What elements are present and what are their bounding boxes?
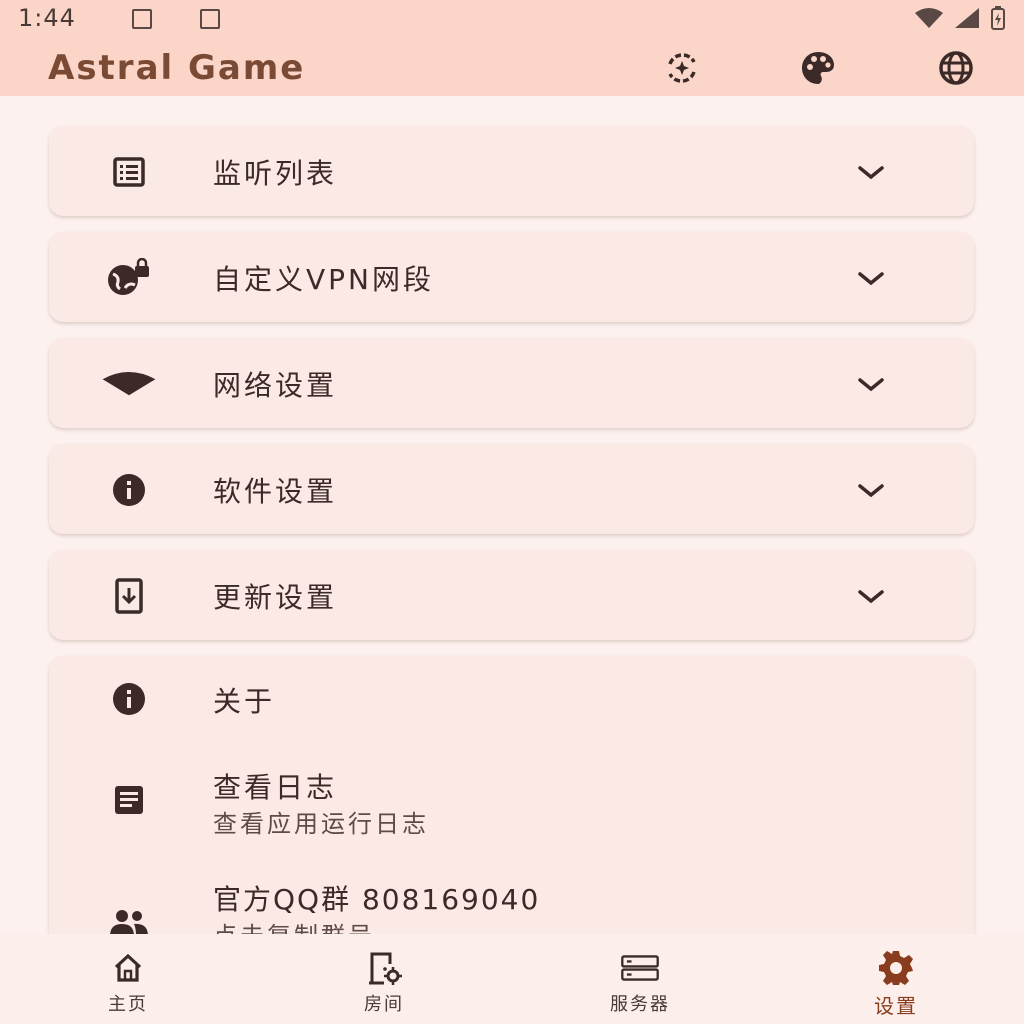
listen-list-card: 监听列表: [49, 126, 974, 216]
status-icons: [914, 6, 1006, 30]
globe-icon: [939, 51, 973, 85]
nav-server[interactable]: 服务器: [550, 934, 730, 1024]
app-title: Astral Game: [48, 48, 306, 88]
nav-room-label: 房间: [364, 994, 404, 1015]
wifi-icon: [101, 356, 157, 412]
nav-settings-label: 设置: [874, 994, 918, 1018]
nav-room[interactable]: 房间: [294, 934, 474, 1024]
nav-home[interactable]: 主页: [38, 934, 218, 1024]
home-icon: [108, 948, 148, 988]
article-icon: [101, 772, 157, 828]
listen-list-label: 监听列表: [213, 157, 338, 190]
gear-icon: [876, 948, 916, 988]
info-icon: [101, 671, 157, 727]
nav-settings[interactable]: 设置: [806, 934, 986, 1024]
download-box-icon: [101, 568, 157, 624]
view-log-row[interactable]: 查看日志 查看应用运行日志: [49, 752, 974, 848]
software-settings-label: 软件设置: [213, 475, 338, 508]
language-button[interactable]: [934, 46, 978, 90]
network-settings-row[interactable]: 网络设置: [49, 338, 974, 430]
chevron-down-icon: [849, 256, 893, 300]
settings-list: 监听列表 自定义VPN网段 网络设置 软件设置 更新设置 关于 查看日志 查看应…: [0, 96, 1024, 934]
software-settings-row[interactable]: 软件设置: [49, 444, 974, 536]
software-settings-card: 软件设置: [49, 444, 974, 534]
app-notification-icon: [200, 9, 220, 29]
chevron-down-icon: [849, 362, 893, 406]
chevron-down-icon: [849, 574, 893, 618]
cell-signal-icon: [955, 8, 979, 28]
info-icon: [101, 462, 157, 518]
status-bar: 1:44: [0, 0, 1024, 38]
list-icon: [101, 144, 157, 200]
sync-sparkle-icon: [668, 53, 696, 83]
about-row[interactable]: 关于: [49, 656, 974, 742]
view-log-title: 查看日志: [213, 771, 338, 804]
custom-vpn-label: 自定义VPN网段: [213, 263, 434, 296]
image-notification-icon: [132, 9, 152, 29]
group-icon: [101, 894, 157, 934]
custom-vpn-card: 自定义VPN网段: [49, 232, 974, 322]
theme-button[interactable]: [796, 46, 840, 90]
wifi-signal-icon: [915, 8, 943, 28]
custom-vpn-row[interactable]: 自定义VPN网段: [49, 232, 974, 324]
qq-group-subtitle: 点击复制群号: [213, 916, 375, 934]
refresh-sync-button[interactable]: [660, 46, 704, 90]
vpn-globe-lock-icon: [101, 250, 157, 306]
about-title: 关于: [213, 685, 276, 718]
qq-group-title: 官方QQ群 808169040: [213, 883, 541, 916]
network-settings-card: 网络设置: [49, 338, 974, 428]
nav-home-label: 主页: [108, 994, 148, 1015]
update-settings-row[interactable]: 更新设置: [49, 550, 974, 642]
view-log-subtitle: 查看应用运行日志: [213, 810, 429, 838]
qq-group-row[interactable]: 官方QQ群 808169040 点击复制群号: [49, 866, 974, 934]
update-settings-card: 更新设置: [49, 550, 974, 640]
chevron-down-icon: [849, 468, 893, 512]
room-icon: [364, 948, 404, 988]
bottom-navigation: 主页 房间 服务器 设置: [0, 934, 1024, 1024]
battery-icon: [991, 6, 1005, 30]
listen-list-row[interactable]: 监听列表: [49, 126, 974, 218]
chevron-down-icon: [849, 150, 893, 194]
network-settings-label: 网络设置: [213, 369, 338, 402]
palette-icon: [802, 52, 834, 84]
app-bar: Astral Game: [0, 38, 1024, 96]
status-time: 1:44: [18, 4, 76, 32]
server-icon: [620, 948, 660, 988]
update-settings-label: 更新设置: [213, 581, 338, 614]
about-card: 关于 查看日志 查看应用运行日志 官方QQ群 808169040 点击复制群号: [49, 656, 974, 934]
nav-server-label: 服务器: [610, 994, 670, 1015]
